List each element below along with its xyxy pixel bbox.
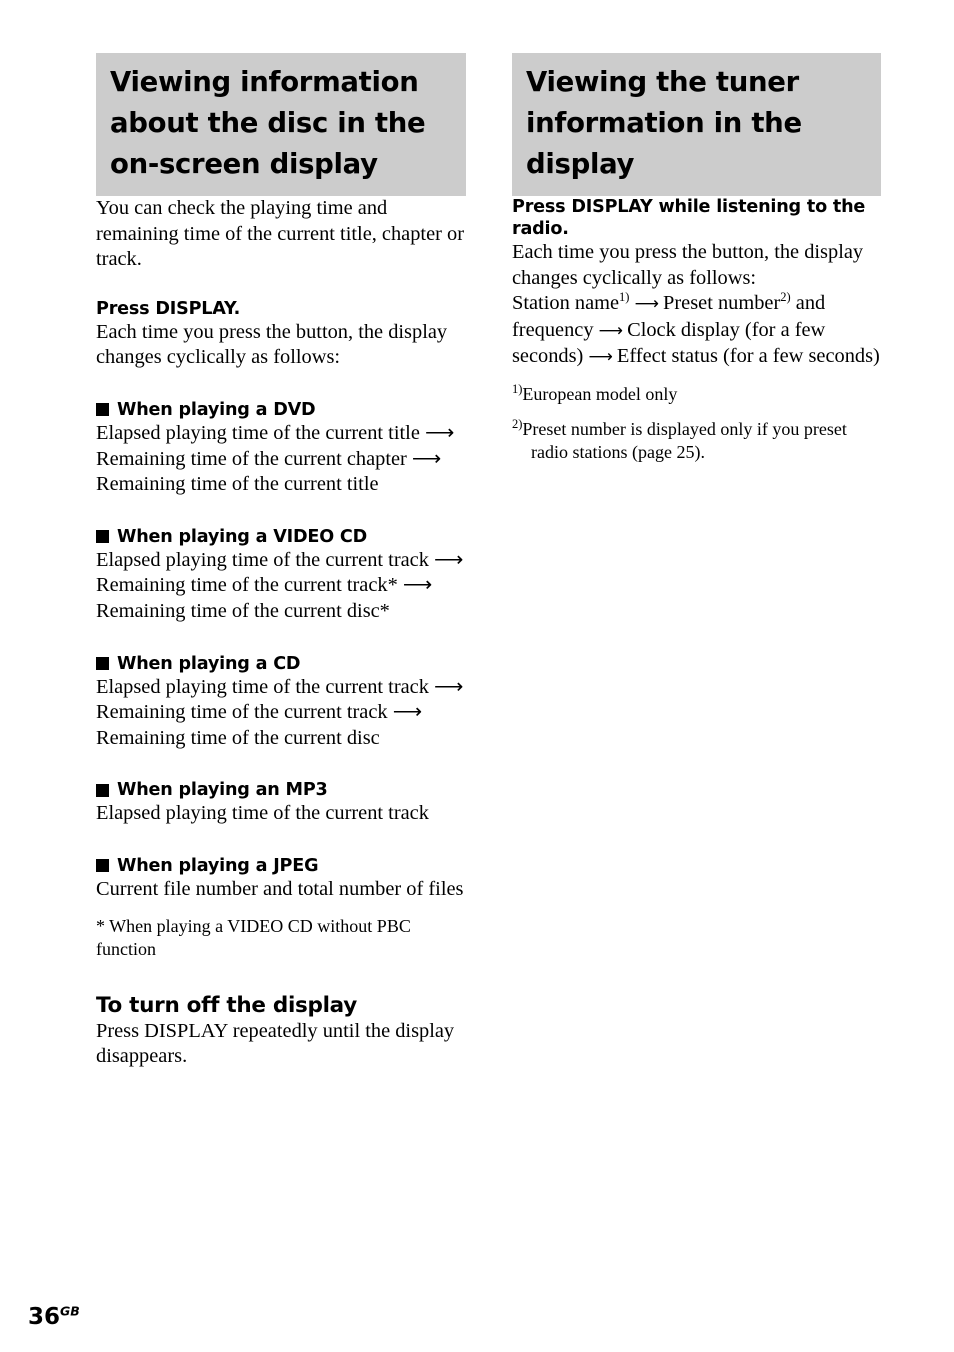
subhead-when-playing-a-video-cd: When playing a VIDEO CD bbox=[96, 526, 466, 548]
subhead-when-playing-a-cd: When playing a CD bbox=[96, 653, 466, 675]
tuner-display-cycle: Station name1) ⟶ Preset number2) and fre… bbox=[512, 291, 882, 371]
cycle-ref-1: 1) bbox=[619, 290, 630, 305]
cycle-arrow-1: ⟶ bbox=[634, 294, 659, 315]
black-square-bullet-icon bbox=[96, 403, 109, 417]
subhead-label: When playing an MP3 bbox=[117, 780, 328, 801]
subhead-label: When playing a CD bbox=[117, 653, 301, 674]
to-turn-off-the-display-heading: To turn off the display bbox=[96, 992, 357, 1018]
black-square-bullet-icon bbox=[96, 657, 109, 671]
jpeg-display-sequence: Current file number and total number of … bbox=[96, 877, 464, 900]
cycle-arrow-3: ⟶ bbox=[588, 347, 612, 368]
subhead-label: When playing a DVD bbox=[117, 399, 316, 420]
left-column: Viewing information about the disc in th… bbox=[96, 53, 466, 1070]
cycle-ref-2: 2) bbox=[780, 290, 791, 305]
subhead-when-playing-a-dvd: When playing a DVD bbox=[96, 399, 466, 421]
footnote-1: 1)European model only bbox=[512, 383, 882, 406]
cycle-part-effect-status: Effect status (for a few seconds) bbox=[611, 345, 880, 368]
video-cd-display-sequence: Elapsed playing time of the current trac… bbox=[96, 548, 464, 622]
cycle-part-preset-number: Preset number bbox=[663, 292, 781, 315]
footnote-2: 2)Preset number is displayed only if you… bbox=[512, 418, 882, 464]
dvd-display-sequence: Elapsed playing time of the current titl… bbox=[96, 421, 455, 496]
cd-display-sequence: Elapsed playing time of the current trac… bbox=[96, 675, 464, 749]
to-turn-off-the-display-body: Press DISPLAY repeatedly until the displ… bbox=[96, 1019, 455, 1068]
press-display-lead: Press DISPLAY. bbox=[96, 298, 241, 319]
asterisk-footnote: * When playing a VIDEO CD without PBC fu… bbox=[96, 915, 411, 959]
black-square-bullet-icon bbox=[96, 530, 109, 544]
press-display-radio-body: Each time you press the button, the disp… bbox=[512, 241, 864, 289]
subhead-when-playing-a-jpeg: When playing a JPEG bbox=[96, 855, 466, 877]
footnote-2-text: Preset number is displayed only if you p… bbox=[522, 418, 847, 462]
press-display-body: Each time you press the button, the disp… bbox=[96, 320, 448, 369]
right-column: Viewing the tuner information in the dis… bbox=[512, 53, 882, 464]
mp3-display-sequence: Elapsed playing time of the current trac… bbox=[96, 802, 429, 825]
page-region-suffix: GB bbox=[60, 1303, 80, 1319]
footnote-2-marker: 2) bbox=[512, 416, 523, 431]
footnote-1-marker: 1) bbox=[512, 381, 523, 396]
subhead-label: When playing a VIDEO CD bbox=[117, 526, 367, 547]
press-display-radio-lead: Press DISPLAY while listening to the rad… bbox=[512, 197, 866, 239]
black-square-bullet-icon bbox=[96, 859, 109, 873]
black-square-bullet-icon bbox=[96, 783, 109, 797]
page-number: 36 bbox=[28, 1304, 61, 1330]
subhead-label: When playing a JPEG bbox=[117, 855, 319, 876]
left-section-heading: Viewing information about the disc in th… bbox=[96, 53, 466, 196]
document-page: Viewing information about the disc in th… bbox=[0, 0, 954, 1352]
footnote-1-text: European model only bbox=[522, 383, 678, 404]
subhead-when-playing-an-mp3: When playing an MP3 bbox=[96, 779, 466, 801]
left-intro-paragraph: You can check the playing time and remai… bbox=[96, 197, 465, 271]
page-folio: 36GB bbox=[28, 1303, 80, 1330]
right-section-heading: Viewing the tuner information in the dis… bbox=[512, 53, 881, 196]
cycle-part-station-name: Station name bbox=[512, 292, 620, 315]
cycle-arrow-2: ⟶ bbox=[598, 320, 623, 341]
